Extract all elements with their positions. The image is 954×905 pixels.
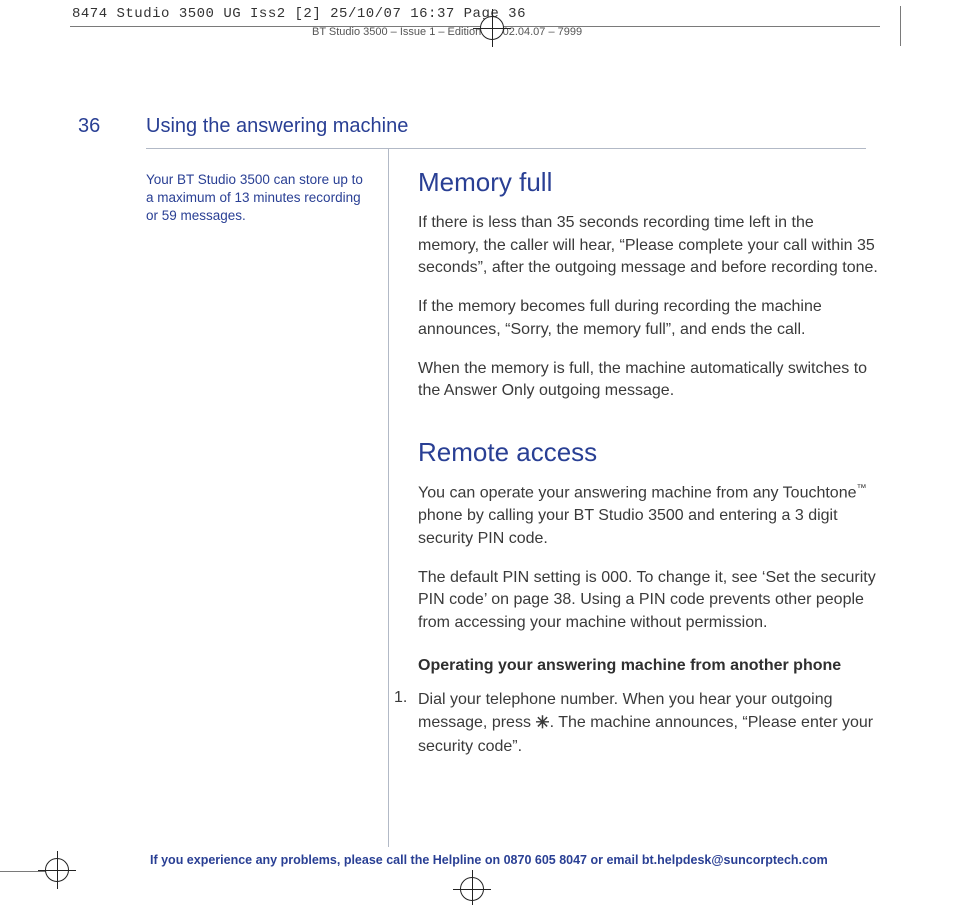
print-header: 8474 Studio 3500 UG Iss2 [2] 25/10/07 16… xyxy=(72,6,526,22)
print-subheader: BT Studio 3500 – Issue 1 – Edition 2.1 0… xyxy=(312,26,582,38)
crop-mark xyxy=(70,26,880,27)
heading-memory-full: Memory full xyxy=(418,167,878,198)
text-segment: You can operate your answering machine f… xyxy=(418,484,857,501)
registration-mark-icon xyxy=(45,858,69,882)
page-number: 36 xyxy=(78,115,108,138)
registration-mark-icon xyxy=(460,877,484,901)
section-title: Using the answering machine xyxy=(146,115,408,138)
help-footer: If you experience any problems, please c… xyxy=(150,853,828,867)
paragraph: You can operate your answering machine f… xyxy=(418,482,878,550)
side-note: Your BT Studio 3500 can store up to a ma… xyxy=(146,149,388,758)
ordered-step: 1. Dial your telephone number. When you … xyxy=(394,689,878,759)
content-columns: Your BT Studio 3500 can store up to a ma… xyxy=(146,149,878,758)
star-key-icon: ✳ xyxy=(535,713,549,732)
page-body: 36 Using the answering machine Your BT S… xyxy=(78,115,878,758)
step-number: 1. xyxy=(394,689,407,707)
text-segment: phone by calling your BT Studio 3500 and… xyxy=(418,507,838,547)
subheading: Operating your answering machine from an… xyxy=(418,657,878,675)
main-column: Memory full If there is less than 35 sec… xyxy=(388,149,878,758)
paragraph: If the memory becomes full during record… xyxy=(418,296,878,341)
paragraph: The default PIN setting is 000. To chang… xyxy=(418,567,878,635)
trademark-symbol: ™ xyxy=(857,483,867,494)
page-header: 36 Using the answering machine xyxy=(78,115,878,138)
paragraph: If there is less than 35 seconds recordi… xyxy=(418,212,878,280)
crop-mark xyxy=(900,6,901,46)
step-text: Dial your telephone number. When you hea… xyxy=(418,689,878,759)
vertical-divider xyxy=(388,149,389,847)
registration-mark-icon xyxy=(480,16,504,40)
heading-remote-access: Remote access xyxy=(418,437,878,468)
paragraph: When the memory is full, the machine aut… xyxy=(418,358,878,403)
